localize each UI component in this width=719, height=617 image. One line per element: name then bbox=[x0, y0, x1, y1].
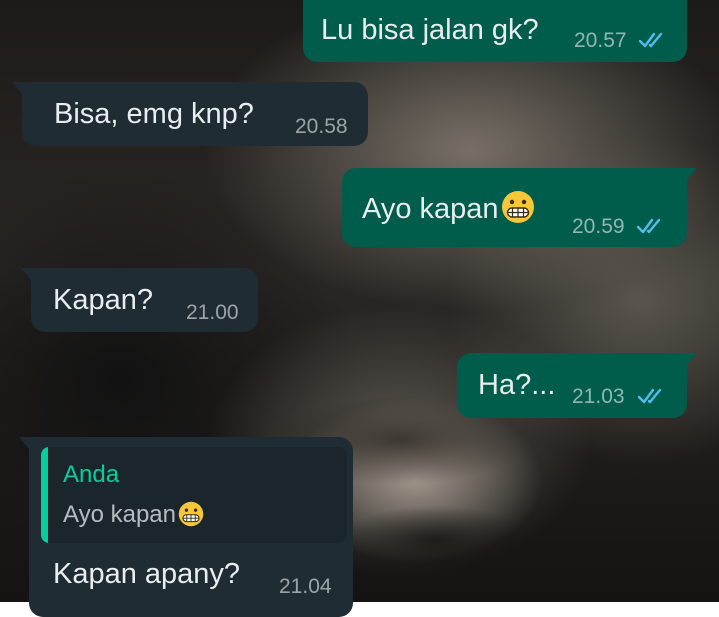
message-text: Bisa, emg knp? bbox=[54, 98, 254, 130]
wallpaper-shade bbox=[340, 505, 530, 575]
message-time: 21.04 bbox=[279, 575, 332, 598]
grimacing-face-icon bbox=[178, 501, 204, 526]
grimacing-face-icon bbox=[501, 191, 534, 224]
message-bubble-incoming[interactable]: Kapan? 21.00 bbox=[21, 268, 258, 332]
message-text: Kapan? bbox=[53, 284, 153, 316]
double-check-read-icon bbox=[636, 218, 661, 234]
message-text-content: Ayo kapan bbox=[362, 193, 499, 225]
message-time: 21.03 bbox=[572, 385, 625, 408]
double-check-read-icon bbox=[638, 32, 663, 48]
quoted-text: Ayo kapan bbox=[63, 501, 204, 529]
quoted-sender: Anda bbox=[63, 461, 120, 488]
message-bubble-incoming[interactable]: Anda Ayo kapan Kapan apany? 21.04 bbox=[19, 437, 353, 617]
message-text: Ha?... bbox=[478, 369, 556, 401]
quote-accent-bar bbox=[41, 447, 48, 543]
message-text: Lu bisa jalan gk? bbox=[321, 14, 539, 46]
message-time: 20.58 bbox=[295, 115, 348, 138]
double-check-read-icon bbox=[637, 388, 662, 404]
message-bubble-outgoing[interactable]: Ayo kapan 20.59 bbox=[342, 168, 697, 247]
quoted-text-content: Ayo kapan bbox=[63, 501, 176, 528]
message-time: 20.57 bbox=[574, 29, 627, 52]
quoted-message[interactable]: Anda Ayo kapan bbox=[41, 447, 347, 543]
message-bubble-outgoing[interactable]: Ha?... 21.03 bbox=[457, 353, 697, 418]
message-text: Kapan apany? bbox=[53, 558, 241, 590]
message-text: Ayo kapan bbox=[362, 191, 535, 226]
message-bubble-outgoing[interactable]: Lu bisa jalan gk? 20.57 bbox=[303, 0, 687, 62]
message-time: 21.00 bbox=[186, 301, 239, 324]
message-time: 20.59 bbox=[572, 215, 625, 238]
message-bubble-incoming[interactable]: Bisa, emg knp? 20.58 bbox=[12, 82, 368, 146]
